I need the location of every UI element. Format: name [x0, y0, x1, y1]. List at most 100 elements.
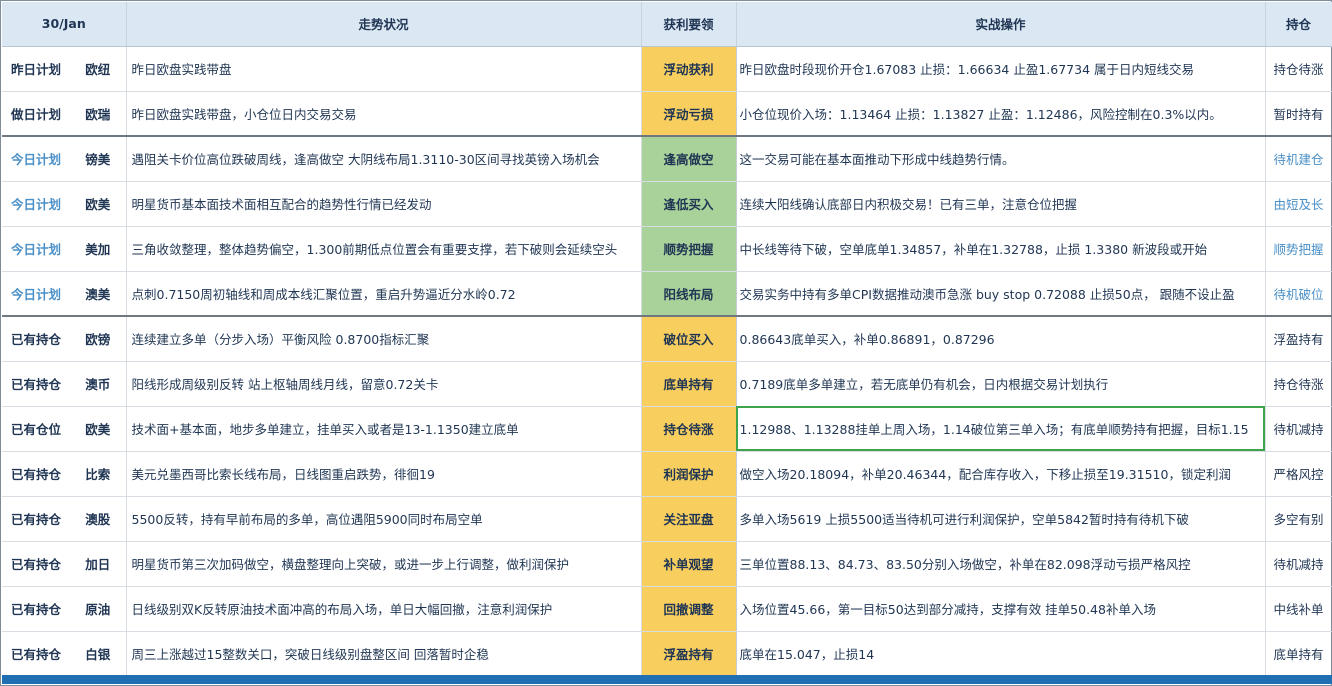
table-row: 已有持仓 澳币 阳线形成周级别反转 站上枢轴周线月线，留意0.72关卡 底单持有 0.7… — [2, 361, 1332, 407]
row-position: 待机减持 — [1265, 541, 1332, 587]
row-trend: 昨日欧盘实践带盘，小仓位日内交易交易 — [126, 91, 642, 137]
row-trend: 阳线形成周级别反转 站上枢轴周线月线，留意0.72关卡 — [126, 361, 642, 407]
header-trend: 走势状况 — [126, 2, 642, 47]
row-trend: 连续建立多单（分步入场）平衡风险 0.8700指标汇聚 — [126, 316, 642, 362]
row-action: 昨日欧盘时段现价开仓1.67083 止损：1.66634 止盈1.67734 属… — [736, 46, 1266, 92]
row-symbol: 欧瑞 — [70, 91, 127, 137]
row-position: 持仓待涨 — [1265, 361, 1332, 407]
table-header-row: 30/Jan 走势状况 获利要领 实战操作 持仓 — [2, 2, 1332, 47]
table-row: 已有持仓 欧镑 连续建立多单（分步入场）平衡风险 0.8700指标汇聚 破位买入 0.8… — [2, 316, 1332, 362]
row-position: 多空有别 — [1265, 496, 1332, 542]
row-trend: 技术面+基本面，地步多单建立，挂单买入或者是13-1.1350建立底单 — [126, 406, 642, 452]
header-key: 获利要领 — [641, 2, 737, 47]
row-key-tip: 浮盈持有 — [641, 631, 737, 677]
row-position: 严格风控 — [1265, 451, 1332, 497]
row-plan-label: 今日计划 — [2, 271, 70, 317]
row-symbol: 美加 — [70, 226, 127, 272]
table-row: 做日计划 欧瑞 昨日欧盘实践带盘，小仓位日内交易交易 浮动亏损 小仓位现价入场：1.13… — [2, 91, 1332, 137]
table-row: 昨日计划 欧纽 昨日欧盘实践带盘 浮动获利 昨日欧盘时段现价开仓1.67083 止损：1… — [2, 46, 1332, 92]
row-position: 由短及长 — [1265, 181, 1332, 227]
row-trend: 5500反转，持有早前布局的多单，高位遇阻5900同时布局空单 — [126, 496, 642, 542]
row-key-tip: 顺势把握 — [641, 226, 737, 272]
row-position: 浮盈持有 — [1265, 316, 1332, 362]
row-plan-label: 今日计划 — [2, 226, 70, 272]
row-trend: 遇阻关卡价位高位跌破周线，逢高做空 大阴线布局1.3110-30区间寻找英镑入场… — [126, 136, 642, 182]
table-row: 今日计划 美加 三角收敛整理，整体趋势偏空，1.300前期低点位置会有重要支撑，若下… — [2, 226, 1332, 272]
row-key-tip: 逢高做空 — [641, 136, 737, 182]
row-plan-label: 昨日计划 — [2, 46, 70, 92]
row-plan-label: 已有持仓 — [2, 316, 70, 362]
row-plan-label: 今日计划 — [2, 136, 70, 182]
row-plan-label: 已有持仓 — [2, 451, 70, 497]
header-date: 30/Jan — [2, 2, 127, 47]
row-plan-label: 做日计划 — [2, 91, 70, 137]
row-plan-label: 已有持仓 — [2, 361, 70, 407]
row-symbol: 比索 — [70, 451, 127, 497]
row-symbol: 欧镑 — [70, 316, 127, 362]
row-action: 底单在15.047，止损14 — [736, 631, 1266, 677]
row-key-tip: 关注亚盘 — [641, 496, 737, 542]
table-row: 已有持仓 原油 日线级别双K反转原油技术面冲高的布局入场，单日大幅回撤，注意利润保护… — [2, 586, 1332, 632]
row-symbol: 原油 — [70, 586, 127, 632]
table-row: 已有持仓 加日 明星货币第三次加码做空，横盘整理向上突破，或进一步上行调整，做利润保… — [2, 541, 1332, 587]
trading-plan-window: 30/Jan 走势状况 获利要领 实战操作 持仓 昨日计划 欧纽 昨日欧盘实践带盘浮… — [0, 0, 1332, 686]
row-position: 待机破位 — [1265, 271, 1332, 317]
row-action: 0.7189底单多单建立，若无底单仍有机会，日内根据交易计划执行 — [736, 361, 1266, 407]
header-action: 实战操作 — [736, 2, 1266, 47]
table-row: 已有持仓 白银 周三上涨越过15整数关口，突破日线级别盘整区间 回落暂时企稳 浮盈持有… — [2, 631, 1332, 677]
row-action: 1.12988、1.13288挂单上周入场，1.14破位第三单入场；有底单顺势持… — [736, 406, 1266, 452]
row-key-tip: 利润保护 — [641, 451, 737, 497]
row-plan-label: 已有持仓 — [2, 631, 70, 677]
row-trend: 明星货币基本面技术面相互配合的趋势性行情已经发动 — [126, 181, 642, 227]
row-action: 小仓位现价入场：1.13464 止损：1.13827 止盈：1.12486，风险… — [736, 91, 1266, 137]
table-row: 今日计划 欧美 明星货币基本面技术面相互配合的趋势性行情已经发动 逢低买入 连续大阳线确… — [2, 181, 1332, 227]
row-symbol: 欧美 — [70, 406, 127, 452]
row-key-tip: 回撤调整 — [641, 586, 737, 632]
row-action: 中长线等待下破，空单底单1.34857，补单在1.32788，止损 1.3380… — [736, 226, 1266, 272]
row-action: 连续大阳线确认底部日内积极交易！已有三单，注意仓位把握 — [736, 181, 1266, 227]
table-row: 今日计划 镑美 遇阻关卡价位高位跌破周线，逢高做空 大阴线布局1.3110-30区间… — [2, 136, 1332, 182]
table-row: 已有持仓 比索 美元兑墨西哥比索长线布局，日线图重启跌势，徘徊19 利润保护 做空入场2… — [2, 451, 1332, 497]
row-trend: 周三上涨越过15整数关口，突破日线级别盘整区间 回落暂时企稳 — [126, 631, 642, 677]
row-trend: 点刺0.7150周初轴线和周成本线汇聚位置，重启升势逼近分水岭0.72 — [126, 271, 642, 317]
row-key-tip: 逢低买入 — [641, 181, 737, 227]
row-position: 待机建仓 — [1265, 136, 1332, 182]
row-symbol: 加日 — [70, 541, 127, 587]
row-action: 多单入场5619 上损5500适当待机可进行利润保护，空单5842暂时持有待机下… — [736, 496, 1266, 542]
row-key-tip: 底单持有 — [641, 361, 737, 407]
row-symbol: 白银 — [70, 631, 127, 677]
row-plan-label: 今日计划 — [2, 181, 70, 227]
table-row: 已有仓位 欧美 技术面+基本面，地步多单建立，挂单买入或者是13-1.1350建立底… — [2, 406, 1332, 452]
row-key-tip: 浮动亏损 — [641, 91, 737, 137]
header-position: 持仓 — [1265, 2, 1332, 47]
row-position: 持仓待涨 — [1265, 46, 1332, 92]
bottom-blue-bar — [2, 675, 1332, 684]
row-plan-label: 已有仓位 — [2, 406, 70, 452]
row-key-tip: 持仓待涨 — [641, 406, 737, 452]
row-action: 入场位置45.66，第一目标50达到部分减持，支撑有效 挂单50.48补单入场 — [736, 586, 1266, 632]
table-row: 今日计划 澳美 点刺0.7150周初轴线和周成本线汇聚位置，重启升势逼近分水岭0.7… — [2, 271, 1332, 317]
row-symbol: 澳股 — [70, 496, 127, 542]
row-key-tip: 浮动获利 — [641, 46, 737, 92]
row-action: 做空入场20.18094，补单20.46344，配合库存收入，下移止损至19.3… — [736, 451, 1266, 497]
trading-plan-table: 30/Jan 走势状况 获利要领 实战操作 持仓 昨日计划 欧纽 昨日欧盘实践带盘浮… — [2, 2, 1332, 677]
row-key-tip: 破位买入 — [641, 316, 737, 362]
row-plan-label: 已有持仓 — [2, 541, 70, 587]
row-trend: 明星货币第三次加码做空，横盘整理向上突破，或进一步上行调整，做利润保护 — [126, 541, 642, 587]
row-trend: 日线级别双K反转原油技术面冲高的布局入场，单日大幅回撤，注意利润保护 — [126, 586, 642, 632]
row-trend: 三角收敛整理，整体趋势偏空，1.300前期低点位置会有重要支撑，若下破则会延续空… — [126, 226, 642, 272]
row-plan-label: 已有持仓 — [2, 496, 70, 542]
row-key-tip: 阳线布局 — [641, 271, 737, 317]
table-row: 已有持仓 澳股 5500反转，持有早前布局的多单，高位遇阻5900同时布局空单 关注亚… — [2, 496, 1332, 542]
row-trend: 昨日欧盘实践带盘 — [126, 46, 642, 92]
row-symbol: 镑美 — [70, 136, 127, 182]
row-key-tip: 补单观望 — [641, 541, 737, 587]
row-position: 中线补单 — [1265, 586, 1332, 632]
row-position: 底单持有 — [1265, 631, 1332, 677]
row-action: 0.86643底单买入，补单0.86891，0.87296 — [736, 316, 1266, 362]
row-symbol: 澳币 — [70, 361, 127, 407]
row-symbol: 澳美 — [70, 271, 127, 317]
row-symbol: 欧美 — [70, 181, 127, 227]
row-action: 交易实务中持有多单CPI数据推动澳币急涨 buy stop 0.72088 止损… — [736, 271, 1266, 317]
row-position: 顺势把握 — [1265, 226, 1332, 272]
